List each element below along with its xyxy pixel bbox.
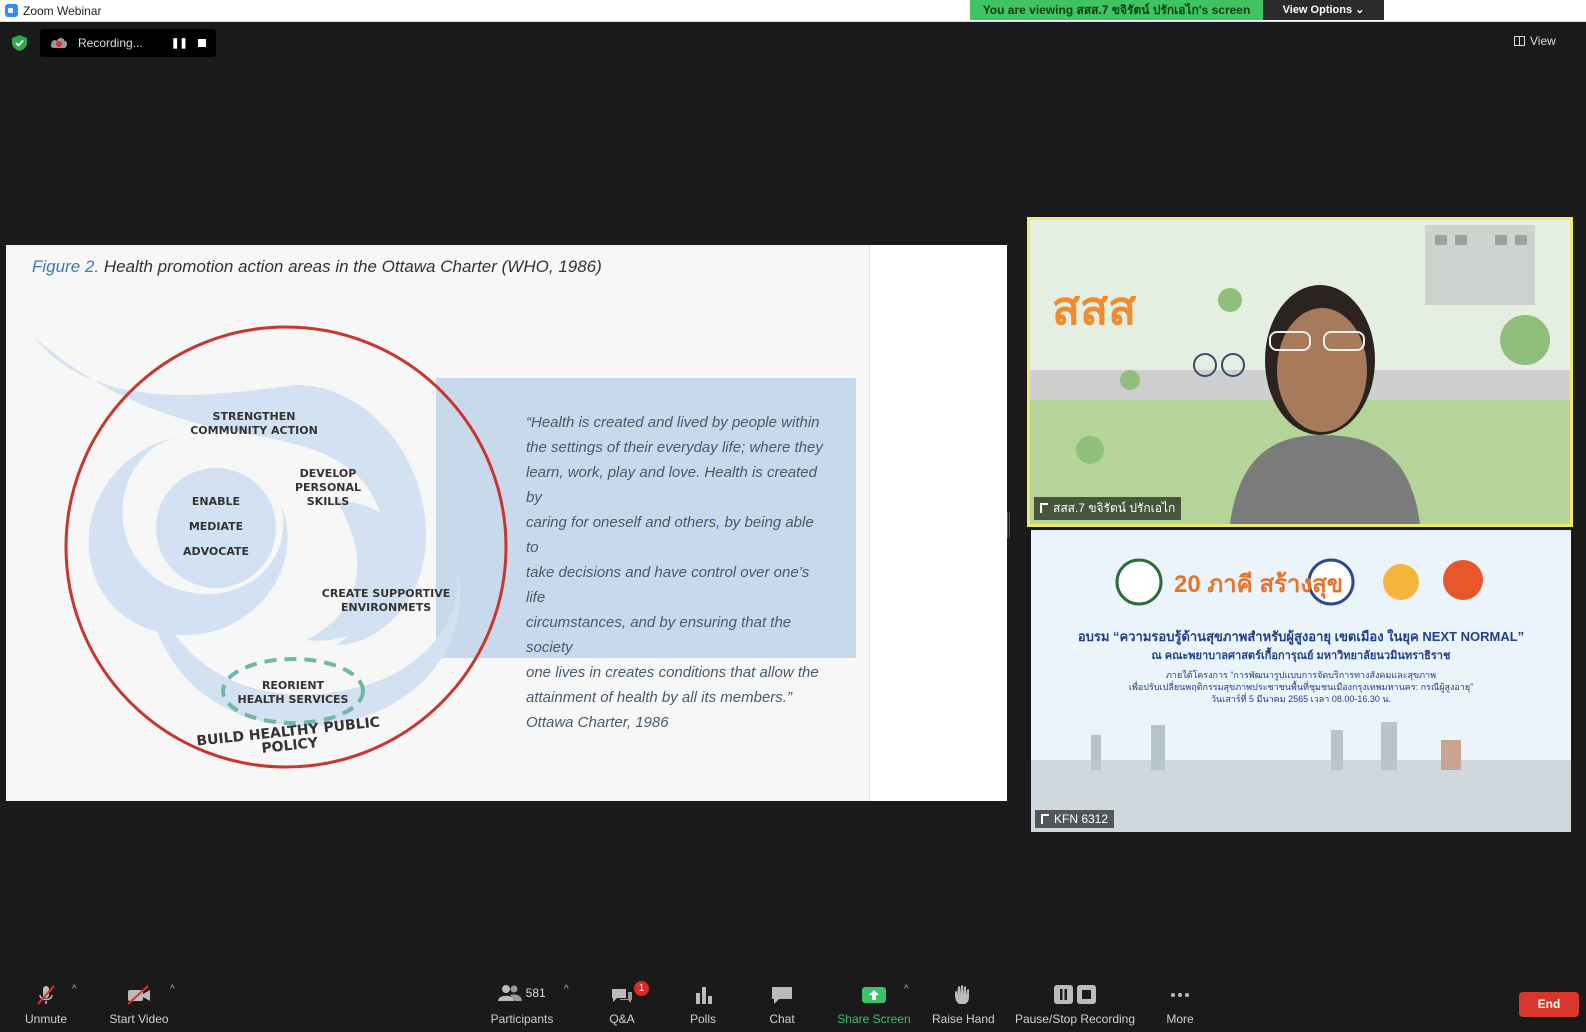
recording-status-text: Recording... [78,36,143,50]
more-button[interactable]: More [1160,980,1200,1032]
participants-button[interactable]: 581 Participants [484,980,560,1032]
label-develop: DEVELOP PERSONAL SKILLS [294,467,362,508]
start-video-label: Start Video [109,1012,169,1026]
chat-icon [772,987,792,1004]
end-meeting-button[interactable]: End [1519,992,1579,1017]
quote-line: “Health is created and lived by people w… [526,414,820,431]
share-screen-icon [862,987,886,1003]
recording-indicator: Recording... ❚❚ [40,29,216,57]
video-options-caret[interactable]: ^ [170,984,175,995]
raise-hand-icon [955,985,969,1004]
stop-recording-icon[interactable] [198,39,206,47]
quote-line: one lives in creates conditions that all… [526,664,819,681]
security-shield-icon[interactable] [12,35,27,51]
label-advocate: ADVOCATE [182,545,250,558]
window-title: Zoom Webinar [23,4,102,18]
view-options-button[interactable]: View Options ⌄ [1263,0,1384,20]
viewing-screen-banner: You are viewing สสส.7 ขจิรัตน์ ปรักเอไก'… [970,0,1263,20]
speaker-video [1030,220,1570,524]
slide-page: Figure 2. Health promotion action areas … [6,245,870,801]
participant-name: KFN 6312 [1054,812,1109,826]
quote-line: the settings of their everyday life; whe… [526,439,823,456]
participant-name: สสส.7 ขจิรัตน์ ปรักเอไก [1053,501,1176,515]
sss-logo: สสส [1052,281,1137,335]
quote-line: learn, work, play and love. Health is cr… [526,464,817,506]
label-reorient: REORIENT HEALTH SERVICES [237,679,349,706]
chat-button[interactable]: Chat [762,980,802,1032]
participants-icon [498,985,523,1001]
qa-notification-badge: 1 [634,981,649,996]
muted-mic-icon [37,985,55,1005]
quote-line: take decisions and have control over one… [526,564,810,606]
ottawa-quote: “Health is created and lived by people w… [526,410,826,735]
participants-count: 581 [525,986,546,1000]
view-layout-button[interactable]: View [1514,34,1556,48]
start-video-button[interactable]: Start Video [104,980,174,1032]
grid-view-icon [1514,36,1525,46]
speaker-video-tile[interactable]: สสส สสส.7 ขจิรัตน์ ปรักเอไก [1027,217,1573,527]
polls-button[interactable]: Polls [683,980,723,1032]
pause-stop-icon [1054,985,1096,1004]
zoom-app-icon [5,4,18,17]
participants-icon-wrap: 581 [484,984,560,1006]
pin-icon [1040,503,1048,513]
twenty-years-logo: 20 ภาคี สร้างสุข [1174,571,1344,598]
raise-hand-label: Raise Hand [932,1012,995,1026]
pause-stop-recording-button[interactable]: Pause/Stop Recording [1014,980,1136,1032]
participants-caret[interactable]: ^ [564,984,569,995]
quote-source: Ottawa Charter, 1986 [526,714,669,731]
panel-resize-handle[interactable] [1007,512,1010,538]
quote-line: attainment of health by all its members.… [526,689,792,706]
polls-label: Polls [689,1012,716,1026]
qa-icon [612,989,632,1003]
more-label: More [1166,1012,1194,1026]
participant-name-tag: สสส.7 ขจิรัตน์ ปรักเอไก [1034,497,1182,520]
participants-label: Participants [490,1012,554,1026]
share-screen-button[interactable]: Share Screen [834,980,914,1032]
audio-options-caret[interactable]: ^ [72,984,77,995]
label-mediate: MEDIATE [188,520,244,533]
quote-line: caring for oneself and others, by being … [526,514,814,556]
pause-recording-icon[interactable]: ❚❚ [171,38,188,49]
shared-screen: Figure 2. Health promotion action areas … [6,245,1007,801]
qa-label: Q&A [609,1012,635,1026]
pause-stop-label: Pause/Stop Recording [1014,1012,1136,1026]
banner-subtitle: ณ คณะพยาบาลศาสตร์เกื้อการุณย์ มหาวิทยาลั… [1151,650,1451,662]
label-enable: ENABLE [191,495,241,508]
banner-title: อบรม “ความรอบรู้ด้านสุขภาพสำหรับผู้สูงอา… [1077,629,1525,644]
share-screen-label: Share Screen [837,1012,911,1026]
banner-line-3: วันเสาร์ที่ 5 มีนาคม 2565 เวลา 08.00-16.… [1210,694,1392,704]
more-dots-icon [1171,993,1189,997]
participant-name-tag: KFN 6312 [1035,810,1115,828]
cloud-record-icon [50,38,68,48]
banner-video-tile[interactable]: 20 ภาคี สร้างสุข อบรม “ความรอบรู้ด้านสุข… [1031,530,1571,832]
share-options-caret[interactable]: ^ [904,984,909,995]
label-supportive: CREATE SUPPORTIVE ENVIRONMETS [321,587,451,614]
raise-hand-button[interactable]: Raise Hand [932,980,995,1032]
video-off-icon [127,985,150,1005]
label-strengthen: STRENGTHEN COMMUNITY ACTION [190,410,318,437]
pin-icon [1041,814,1049,824]
chat-label: Chat [769,1012,795,1026]
unmute-button[interactable]: Unmute [18,980,74,1032]
ottawa-charter-diagram [34,325,508,769]
polls-icon [696,987,712,1004]
meeting-toolbar: Unmute ^ Start Video ^ 581 Participants … [0,980,1586,1032]
view-label: View [1530,34,1556,48]
unmute-label: Unmute [24,1012,68,1026]
quote-line: circumstances, and by ensuring that the … [526,614,792,656]
